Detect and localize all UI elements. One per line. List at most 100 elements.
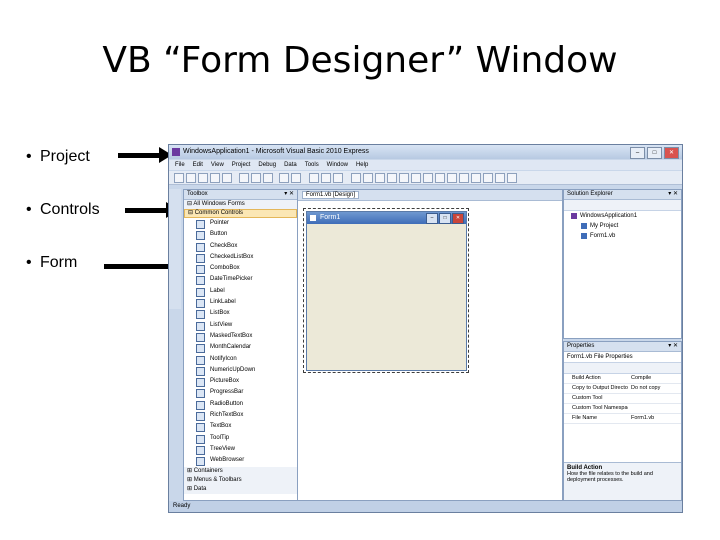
center-vertically-icon[interactable] xyxy=(507,173,517,183)
property-value[interactable]: Compile xyxy=(628,374,681,383)
toolbox-group-data[interactable]: ⊞ Data xyxy=(184,484,297,494)
solution-node-form1[interactable]: Form1.vb xyxy=(564,231,681,241)
toolbox-item[interactable]: Label xyxy=(184,286,297,297)
pause-icon[interactable] xyxy=(321,173,331,183)
align-to-grid-icon[interactable] xyxy=(459,173,469,183)
menu-view[interactable]: View xyxy=(211,160,224,170)
toolbox-item[interactable]: NotifyIcon xyxy=(184,354,297,365)
menu-tools[interactable]: Tools xyxy=(305,160,319,170)
center-horizontally-icon[interactable] xyxy=(495,173,505,183)
toolbox-item[interactable]: Button xyxy=(184,229,297,241)
vertical-spacing-icon[interactable] xyxy=(483,173,493,183)
toolbox-item[interactable]: DateTimePicker xyxy=(184,274,297,286)
paste-icon[interactable] xyxy=(263,173,273,183)
make-same-height-icon[interactable] xyxy=(435,173,445,183)
properties-header: Properties ▾ ✕ xyxy=(564,342,681,352)
save-all-icon[interactable] xyxy=(222,173,232,183)
minimize-button[interactable]: – xyxy=(630,147,645,159)
toolbox-item-label: NumericUpDown xyxy=(210,366,256,373)
toolbox-auto-hide-strip[interactable] xyxy=(169,189,181,309)
toolbox-item[interactable]: MaskedTextBox xyxy=(184,331,297,342)
property-row[interactable]: File Name Form1.vb xyxy=(564,414,681,424)
control-icon xyxy=(196,423,205,433)
property-row[interactable]: Build Action Compile xyxy=(564,374,681,384)
toolbox-item[interactable]: NumericUpDown xyxy=(184,365,297,376)
toolbox-item-label: LinkLabel xyxy=(210,299,236,306)
menu-help[interactable]: Help xyxy=(356,160,368,170)
toolbox-item[interactable]: ProgressBar xyxy=(184,387,297,399)
toolbox-item[interactable]: TextBox xyxy=(184,421,297,433)
toolbox-item[interactable]: CheckBox xyxy=(184,241,297,252)
toolbox-item-label: RichTextBox xyxy=(210,412,244,419)
stop-icon[interactable] xyxy=(333,173,343,183)
properties-pin-icon[interactable]: ▾ ✕ xyxy=(668,342,678,351)
property-value[interactable]: Do not copy xyxy=(628,384,681,393)
toolbox-item[interactable]: WebBrowser xyxy=(184,455,297,467)
tab-form1-design[interactable]: Form1.vb [Design] xyxy=(302,191,360,199)
save-icon[interactable] xyxy=(210,173,220,183)
cut-icon[interactable] xyxy=(239,173,249,183)
form-designer-surface[interactable]: Form1.vb [Design] Form1 – □ ✕ xyxy=(297,189,563,501)
document-tab-bar: Form1.vb [Design] xyxy=(298,190,562,201)
copy-icon[interactable] xyxy=(251,173,261,183)
toolbox-item-label: TextBox xyxy=(210,423,232,430)
align-middle-icon[interactable] xyxy=(399,173,409,183)
form1-title: Form1 xyxy=(320,214,341,221)
toolbox-item[interactable]: ListView xyxy=(184,320,297,331)
toolbox-item[interactable]: CheckedListBox xyxy=(184,252,297,263)
form1-window[interactable]: Form1 – □ ✕ xyxy=(306,211,467,371)
align-bottom-icon[interactable] xyxy=(411,173,421,183)
open-file-icon[interactable] xyxy=(186,173,196,183)
property-value[interactable] xyxy=(628,394,681,403)
add-item-icon[interactable] xyxy=(198,173,208,183)
horizontal-spacing-icon[interactable] xyxy=(471,173,481,183)
toolbox-pin-icon[interactable]: ▾ ✕ xyxy=(284,190,294,199)
align-center-icon[interactable] xyxy=(363,173,373,183)
undo-icon[interactable] xyxy=(279,173,289,183)
property-row[interactable]: Custom Tool Namespace xyxy=(564,404,681,414)
toolbox-group-common-controls[interactable]: ⊟ Common Controls xyxy=(184,209,297,218)
new-project-icon[interactable] xyxy=(174,173,184,183)
toolbox-item[interactable]: RichTextBox xyxy=(184,410,297,422)
control-icon xyxy=(196,344,205,354)
toolbox-item[interactable]: ToolTip xyxy=(184,433,297,444)
redo-icon[interactable] xyxy=(291,173,301,183)
bullet-dot: • xyxy=(26,201,32,218)
solution-node-project[interactable]: WindowsApplication1 xyxy=(564,211,681,221)
align-left-icon[interactable] xyxy=(351,173,361,183)
make-same-width-icon[interactable] xyxy=(423,173,433,183)
property-value[interactable] xyxy=(628,404,681,413)
properties-object-selector[interactable]: Form1.vb File Properties xyxy=(564,352,681,363)
align-top-icon[interactable] xyxy=(387,173,397,183)
toolbox-item[interactable]: TreeView xyxy=(184,444,297,455)
solution-explorer-panel: Solution Explorer ▾ ✕ WindowsApplication… xyxy=(563,189,682,339)
menu-data[interactable]: Data xyxy=(284,160,297,170)
toolbox-item[interactable]: ListBox xyxy=(184,308,297,320)
solution-explorer-pin-icon[interactable]: ▾ ✕ xyxy=(668,190,678,199)
control-icon xyxy=(196,445,205,455)
toolbox-item[interactable]: LinkLabel xyxy=(184,297,297,309)
menu-debug[interactable]: Debug xyxy=(258,160,276,170)
toolbox-group-menus-toolbars[interactable]: ⊞ Menus & Toolbars xyxy=(184,475,297,485)
close-button[interactable]: ✕ xyxy=(664,147,679,159)
menu-edit[interactable]: Edit xyxy=(193,160,203,170)
toolbox-item-list: Pointer Button CheckBox CheckedListBox Combo… xyxy=(184,218,297,467)
property-row[interactable]: Copy to Output Directory Do not copy xyxy=(564,384,681,394)
maximize-button[interactable]: □ xyxy=(647,147,662,159)
menu-file[interactable]: File xyxy=(175,160,185,170)
menu-project[interactable]: Project xyxy=(232,160,251,170)
toolbox-item[interactable]: MonthCalendar xyxy=(184,342,297,354)
make-same-size-icon[interactable] xyxy=(447,173,457,183)
property-value[interactable]: Form1.vb xyxy=(628,414,681,423)
toolbox-group-all-windows-forms[interactable]: ⊟ All Windows Forms xyxy=(184,200,297,209)
menu-window[interactable]: Window xyxy=(327,160,348,170)
align-right-icon[interactable] xyxy=(375,173,385,183)
toolbox-group-containers[interactable]: ⊞ Containers xyxy=(184,466,297,476)
start-debugging-icon[interactable] xyxy=(309,173,319,183)
toolbox-item[interactable]: RadioButton xyxy=(184,399,297,410)
toolbox-item[interactable]: ComboBox xyxy=(184,263,297,275)
toolbox-item[interactable]: Pointer xyxy=(184,218,297,229)
toolbox-item[interactable]: PictureBox xyxy=(184,376,297,388)
property-row[interactable]: Custom Tool xyxy=(564,394,681,404)
solution-node-my-project[interactable]: My Project xyxy=(564,221,681,231)
